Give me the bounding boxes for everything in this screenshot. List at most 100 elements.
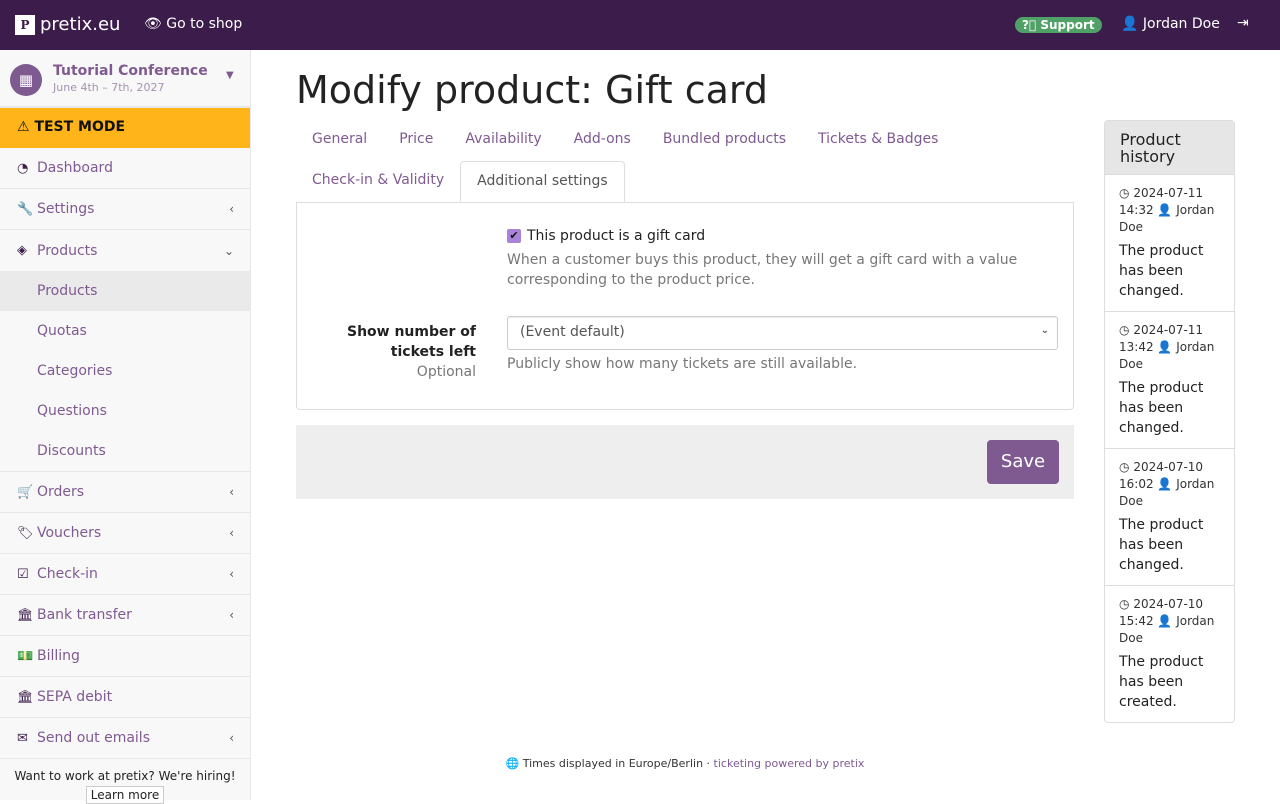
entry-text: The product has been changed. (1119, 243, 1204, 299)
user-icon: 👤 (1157, 477, 1173, 491)
hiring-notice: Want to work at pretix? We're hiring! Le… (0, 759, 250, 804)
check-square-icon: ☑ (17, 566, 29, 582)
gift-card-label: This product is a gift card (527, 228, 706, 244)
timezone-note: Times displayed in Europe/Berlin (522, 757, 704, 770)
sidebar-item-label: Discounts (37, 443, 106, 459)
entry-date: 2024-07-10 (1133, 597, 1204, 611)
sidebar-item-label: Check-in (37, 566, 98, 582)
sidebar-subitem-questions[interactable]: Questions (0, 391, 250, 431)
topbar: Ppretix.eu 👁 Go to shop ?⃝ Support 👤 Jor… (0, 0, 1280, 50)
wrench-icon: 🔧 (17, 201, 34, 217)
sidebar-subitem-categories[interactable]: Categories (0, 351, 250, 391)
entry-text: The product has been changed. (1119, 517, 1204, 573)
history-title: Product history (1105, 121, 1234, 174)
envelope-icon: ✉ (17, 730, 28, 746)
sidebar-item-orders[interactable]: 🛒 Orders ‹ (0, 472, 250, 513)
sidebar-item-label: Products (37, 283, 98, 299)
tags-icon: 🏷 (17, 525, 34, 541)
gift-card-checkbox[interactable]: ✔ This product is a gift card (507, 228, 705, 244)
tickets-left-label-text: Show number of tickets left (346, 324, 476, 360)
test-mode-banner[interactable]: ⚠ TEST MODE (0, 108, 250, 148)
dashboard-icon: ◔ (17, 160, 29, 176)
chevron-down-icon: ⌄ (223, 243, 234, 258)
entry-text: The product has been changed. (1119, 380, 1204, 436)
user-icon: 👤 (1121, 16, 1139, 32)
user-name: Jordan Doe (1142, 16, 1220, 32)
sidebar-item-label: Products (37, 242, 98, 259)
pretix-logo-icon: P (15, 14, 35, 35)
sidebar-item-label: Settings (37, 201, 95, 217)
learn-more-button[interactable]: Learn more (85, 786, 165, 804)
event-switcher[interactable]: ▦ Tutorial Conference June 4th – 7th, 20… (0, 50, 250, 108)
sidebar-nav: ◔ Dashboard 🔧 Settings ‹ ◈ Products ⌄ Product… (0, 148, 250, 759)
sidebar-item-vouchers[interactable]: 🏷 Vouchers ‹ (0, 513, 250, 554)
logout-icon[interactable]: ⇥ (1237, 15, 1249, 31)
tickets-left-value: (Event default) (520, 324, 625, 340)
brand-logo[interactable]: Ppretix.eu (15, 14, 120, 35)
go-to-shop-link[interactable]: 👁 Go to shop (144, 16, 242, 32)
sidebar-item-settings[interactable]: 🔧 Settings ‹ (0, 189, 250, 230)
history-entry: ◷ 2024-07-11 14:32 👤 Jordan Doe The produ… (1105, 174, 1234, 311)
user-icon: 👤 (1157, 340, 1173, 354)
test-mode-label: TEST MODE (34, 119, 126, 135)
settings-panel: ✔ This product is a gift card When a cust… (296, 202, 1074, 410)
sidebar-item-checkin[interactable]: ☑ Check-in ‹ (0, 554, 250, 595)
form-actions: Save (296, 425, 1074, 499)
tab-availability[interactable]: Availability (449, 120, 557, 161)
entry-time: 15:42 (1119, 614, 1154, 628)
sidebar-subitem-products[interactable]: Products (0, 271, 250, 311)
tab-general[interactable]: General (296, 120, 383, 161)
chevron-left-icon: ‹ (229, 202, 234, 216)
sidebar-item-sepa[interactable]: 🏛 SEPA debit (0, 677, 250, 718)
tab-additional-settings[interactable]: Additional settings (460, 161, 625, 202)
support-button[interactable]: ?⃝ Support (1015, 17, 1102, 33)
money-icon: 💵 (17, 648, 34, 664)
sidebar-item-dashboard[interactable]: ◔ Dashboard (0, 148, 250, 189)
support-label: Support (1040, 18, 1095, 32)
sidebar-item-label: Questions (37, 403, 107, 419)
powered-by-link[interactable]: ticketing powered by pretix (714, 757, 865, 770)
tickets-left-label: Show number of tickets left Optional (346, 322, 476, 382)
clock-icon: ◷ (1119, 186, 1130, 200)
tab-checkin-validity[interactable]: Check-in & Validity (296, 161, 460, 202)
clock-icon: ◷ (1119, 597, 1130, 611)
ticket-icon: ◈ (17, 243, 27, 258)
sidebar-subitem-quotas[interactable]: Quotas (0, 311, 250, 351)
tab-price[interactable]: Price (383, 120, 449, 161)
entry-date: 2024-07-11 (1133, 323, 1204, 337)
tickets-left-select[interactable]: (Event default) ⌄ (507, 316, 1058, 350)
sidebar: ▦ Tutorial Conference June 4th – 7th, 20… (0, 50, 251, 804)
sidebar-item-billing[interactable]: 💵 Billing (0, 636, 250, 677)
sidebar-item-bank-transfer[interactable]: 🏛 Bank transfer ‹ (0, 595, 250, 636)
sidebar-item-label: Vouchers (37, 525, 102, 541)
clock-icon: ◷ (1119, 460, 1130, 474)
sidebar-item-label: Dashboard (37, 160, 113, 176)
eye-icon: 👁 (144, 16, 162, 32)
chevron-left-icon: ‹ (229, 526, 234, 540)
chevron-left-icon: ‹ (229, 485, 234, 499)
bank-icon: 🏛 (17, 607, 34, 623)
gift-card-help: When a customer buys this product, they … (507, 252, 1018, 288)
user-icon: 👤 (1157, 614, 1173, 628)
sidebar-item-label: Billing (37, 648, 80, 664)
checkbox-checked-icon: ✔ (507, 229, 521, 243)
sidebar-subitem-discounts[interactable]: Discounts (0, 431, 250, 471)
clock-icon: ◷ (1119, 323, 1130, 337)
cart-icon: 🛒 (17, 484, 34, 500)
product-tabs: General Price Availability Add-ons Bundl… (296, 120, 1074, 202)
chevron-left-icon: ‹ (229, 567, 234, 581)
user-menu[interactable]: 👤 Jordan Doe (1121, 16, 1220, 32)
save-button[interactable]: Save (987, 440, 1059, 484)
question-icon: ?⃝ (1022, 18, 1037, 32)
tab-tickets-badges[interactable]: Tickets & Badges (802, 120, 954, 161)
optional-label: Optional (416, 364, 476, 380)
tab-bundled-products[interactable]: Bundled products (647, 120, 802, 161)
sidebar-item-label: Send out emails (37, 730, 150, 746)
history-entry: ◷ 2024-07-10 15:42 👤 Jordan Doe The produ… (1105, 585, 1234, 722)
event-dates: June 4th – 7th, 2027 (53, 81, 165, 94)
sidebar-item-label: Categories (37, 363, 113, 379)
entry-date: 2024-07-10 (1133, 460, 1204, 474)
tab-addons[interactable]: Add-ons (558, 120, 647, 161)
sidebar-item-products[interactable]: ◈ Products ⌄ (0, 230, 250, 271)
sidebar-item-send-emails[interactable]: ✉ Send out emails ‹ (0, 718, 250, 759)
